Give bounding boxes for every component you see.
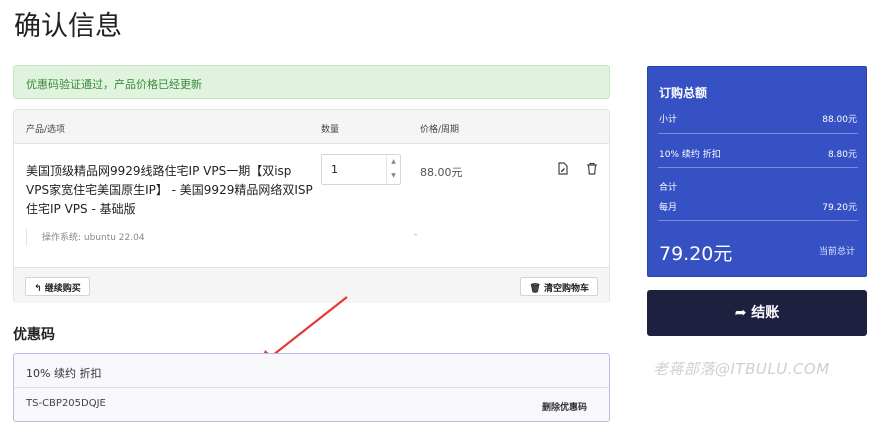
divider	[14, 387, 609, 388]
discount-label: 10% 续约 折扣	[659, 150, 721, 160]
product-price: 88.00元	[420, 166, 463, 179]
discount-value: 8.80元	[827, 150, 857, 160]
trash-icon[interactable]	[585, 162, 599, 178]
remove-coupon-button[interactable]: 删除优惠码	[542, 400, 587, 413]
coupon-heading: 优惠码	[13, 327, 55, 343]
page-title: 确认信息	[14, 11, 122, 42]
cart-table-header: 产品/选项 数量 价格/周期	[14, 110, 609, 144]
summary-cycle-row: 每月 79.20元	[659, 200, 857, 213]
coupon-success-alert: 优惠码验证通过，产品价格已经更新	[13, 65, 610, 99]
empty-cart-label: 清空购物车	[543, 284, 589, 294]
column-header-product: 产品/选项	[26, 125, 66, 135]
reply-arrow-icon: ↰	[34, 284, 42, 294]
column-header-price: 价格/周期	[420, 125, 460, 135]
subtotal-value: 88.00元	[822, 115, 857, 125]
checkout-label: 结账	[751, 305, 780, 321]
column-header-qty: 数量	[321, 125, 340, 135]
continue-shopping-button[interactable]: ↰ 继续购买	[25, 277, 90, 296]
continue-shopping-label: 继续购买	[44, 284, 81, 294]
checkout-button[interactable]: ➦ 结账	[647, 290, 867, 336]
summary-title: 订购总额	[659, 86, 708, 100]
summary-total-label-row: 合计	[659, 180, 857, 193]
coupon-description: 10% 续约 折扣	[26, 367, 102, 380]
divider	[658, 167, 858, 168]
product-option-os: 操作系统: ubuntu 22.04	[26, 228, 145, 246]
divider	[658, 220, 858, 221]
divider	[658, 133, 858, 134]
grand-total: 79.20元	[659, 243, 733, 265]
stepper-down-icon[interactable]: ▼	[387, 169, 400, 183]
coupon-code: TS-CBP205DQJE	[26, 398, 106, 409]
coupon-box: 10% 续约 折扣 TS-CBP205DQJE 删除优惠码	[13, 353, 610, 422]
summary-discount-row: 10% 续约 折扣 8.80元	[659, 147, 857, 160]
cart-table: 产品/选项 数量 价格/周期 美国顶级精品网9929线路住宅IP VPS一期【双…	[13, 109, 610, 303]
share-arrow-icon: ➦	[734, 305, 747, 321]
edit-icon[interactable]	[556, 162, 570, 178]
quantity-value: 1	[331, 163, 338, 176]
empty-cart-button[interactable]: 🗑 清空购物车	[520, 277, 598, 296]
product-name: 美国顶级精品网9929线路住宅IP VPS一期【双isp VPS家宽住宅美国原生…	[26, 164, 313, 216]
cycle-value: 79.20元	[822, 203, 857, 213]
quantity-input[interactable]: 1 ▲ ▼	[321, 154, 401, 185]
quantity-stepper[interactable]: ▲ ▼	[386, 155, 400, 184]
stepper-up-icon[interactable]: ▲	[387, 155, 400, 169]
summary-subtotal-row: 小计 88.00元	[659, 112, 857, 125]
total-label: 合计	[659, 183, 678, 193]
grand-total-label: 当前总计	[818, 247, 855, 257]
subtotal-label: 小计	[659, 115, 678, 125]
watermark: 老蒋部落@ITBULU.COM	[653, 360, 830, 378]
order-summary: 订购总额 小计 88.00元 10% 续约 折扣 8.80元 合计 每月 79.…	[647, 66, 867, 277]
cycle-label: 每月	[659, 203, 678, 213]
trash-icon: 🗑	[529, 284, 541, 294]
option-price: -	[414, 230, 418, 240]
